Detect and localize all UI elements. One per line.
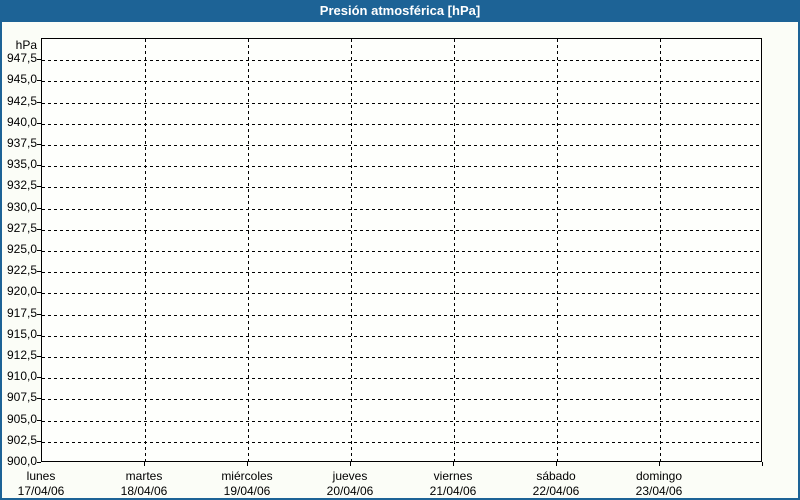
y-tick-label: 917,5: [6, 306, 37, 320]
window-titlebar: Presión atmosférica [hPa]: [2, 0, 798, 22]
y-tick-mark: [37, 144, 41, 145]
plot-area: [41, 38, 762, 462]
y-tick-mark: [37, 420, 41, 421]
y-tick-label: 927,5: [6, 221, 37, 235]
y-tick-mark: [37, 165, 41, 166]
y-tick-label: 920,0: [6, 284, 37, 298]
gridline-horizontal: [42, 60, 761, 61]
x-date-label: 20/04/06: [326, 484, 374, 498]
gridline-horizontal: [42, 187, 761, 188]
gridline-horizontal: [42, 421, 761, 422]
x-tick-mark: [762, 462, 763, 466]
gridline-horizontal: [42, 378, 761, 379]
gridline-horizontal: [42, 399, 761, 400]
y-tick-label: 942,5: [6, 94, 37, 108]
y-tick-mark: [37, 314, 41, 315]
x-tick-mark: [247, 462, 248, 466]
x-day-label: miércoles: [221, 469, 273, 483]
y-tick-label: 930,0: [6, 200, 37, 214]
gridline-horizontal: [42, 357, 761, 358]
y-tick-label: 907,5: [6, 390, 37, 404]
gridline-horizontal: [42, 145, 761, 146]
x-day-label: martes: [125, 469, 163, 483]
gridline-horizontal: [42, 251, 761, 252]
gridline-horizontal: [42, 230, 761, 231]
x-tick-mark: [350, 462, 351, 466]
x-day-label: viernes: [433, 469, 473, 483]
chart-title: Presión atmosférica [hPa]: [319, 3, 481, 18]
y-tick-mark: [37, 292, 41, 293]
x-day-label: lunes: [26, 469, 56, 483]
y-tick-label: 940,0: [6, 115, 37, 129]
gridline-vertical: [557, 39, 558, 461]
gridline-vertical: [660, 39, 661, 461]
y-tick-mark: [37, 123, 41, 124]
gridline-horizontal: [42, 293, 761, 294]
y-tick-label: 945,0: [6, 72, 37, 86]
x-date-label: 19/04/06: [223, 484, 271, 498]
x-tick-mark: [556, 462, 557, 466]
y-tick-mark: [37, 186, 41, 187]
y-tick-label: 900,0: [6, 454, 37, 468]
x-tick-mark: [659, 462, 660, 466]
gridline-vertical: [145, 39, 146, 461]
y-tick-label: 922,5: [6, 263, 37, 277]
y-tick-mark: [37, 208, 41, 209]
x-tick-mark: [144, 462, 145, 466]
y-tick-label: 912,5: [6, 348, 37, 362]
y-tick-label: 915,0: [6, 327, 37, 341]
y-tick-label: 902,5: [6, 433, 37, 447]
gridline-horizontal: [42, 103, 761, 104]
gridline-horizontal: [42, 336, 761, 337]
gridline-vertical: [351, 39, 352, 461]
y-tick-mark: [37, 398, 41, 399]
gridline-horizontal: [42, 166, 761, 167]
x-date-label: 17/04/06: [17, 484, 65, 498]
y-tick-mark: [37, 462, 41, 463]
y-tick-mark: [37, 356, 41, 357]
x-day-label: domingo: [635, 469, 683, 483]
y-tick-mark: [37, 102, 41, 103]
y-tick-mark: [37, 250, 41, 251]
y-tick-mark: [37, 271, 41, 272]
gridline-horizontal: [42, 315, 761, 316]
gridline-horizontal: [42, 209, 761, 210]
y-tick-label: 937,5: [6, 136, 37, 150]
gridline-vertical: [248, 39, 249, 461]
y-tick-label: 947,5: [6, 51, 37, 65]
y-tick-mark: [37, 441, 41, 442]
x-day-label: sábado: [536, 469, 576, 483]
x-tick-mark: [453, 462, 454, 466]
y-tick-label: 935,0: [6, 157, 37, 171]
y-tick-mark: [37, 377, 41, 378]
y-tick-mark: [37, 59, 41, 60]
gridline-horizontal: [42, 124, 761, 125]
chart-window: Presión atmosférica [hPa] hPa 947,5 945,0…: [0, 0, 800, 500]
gridline-horizontal: [42, 81, 761, 82]
y-tick-label: 905,0: [6, 412, 37, 426]
x-date-label: 21/04/06: [429, 484, 477, 498]
y-tick-mark: [37, 335, 41, 336]
y-tick-label: 910,0: [6, 369, 37, 383]
x-date-label: 18/04/06: [120, 484, 168, 498]
y-tick-mark: [37, 229, 41, 230]
y-tick-label: 932,5: [6, 178, 37, 192]
x-day-label: jueves: [332, 469, 368, 483]
gridline-vertical: [454, 39, 455, 461]
x-date-label: 22/04/06: [532, 484, 580, 498]
x-date-label: 23/04/06: [635, 484, 683, 498]
y-tick-label: 925,0: [6, 242, 37, 256]
y-tick-mark: [37, 80, 41, 81]
gridline-horizontal: [42, 272, 761, 273]
gridline-horizontal: [42, 442, 761, 443]
